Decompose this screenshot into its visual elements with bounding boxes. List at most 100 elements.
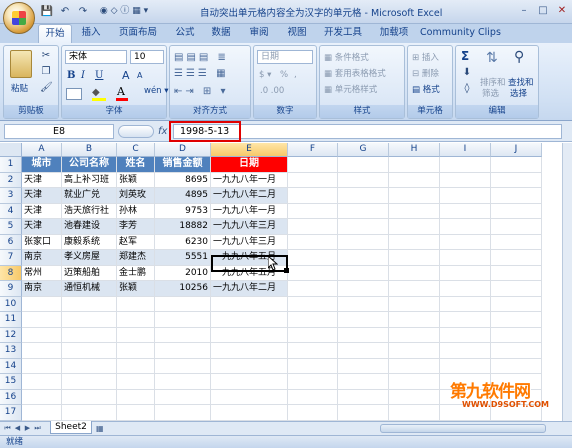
- tab-page-layout[interactable]: 页面布局: [112, 24, 164, 43]
- empty-cell[interactable]: [22, 389, 62, 405]
- row-header-11[interactable]: 11: [0, 312, 22, 328]
- empty-cell[interactable]: [389, 296, 440, 312]
- column-header-f[interactable]: F: [288, 143, 338, 157]
- row-header-14[interactable]: 14: [0, 358, 22, 374]
- minimize-button[interactable]: –: [514, 3, 534, 19]
- row-header-8[interactable]: 8: [0, 265, 22, 281]
- insert-cells-button[interactable]: ⊞ 插入: [412, 51, 439, 63]
- find-select-label-2[interactable]: 选择: [510, 87, 527, 99]
- font-name-select[interactable]: 宋体: [65, 50, 127, 64]
- empty-cell[interactable]: [491, 265, 542, 281]
- empty-cell[interactable]: [440, 265, 491, 281]
- table-cell[interactable]: 8695: [155, 172, 211, 188]
- table-cell[interactable]: 池春建设: [62, 219, 117, 235]
- select-all-corner[interactable]: [0, 143, 22, 157]
- empty-cell[interactable]: [62, 327, 117, 343]
- empty-cell[interactable]: [338, 203, 389, 219]
- empty-cell[interactable]: [338, 343, 389, 359]
- redo-icon[interactable]: ↷: [76, 5, 90, 18]
- table-header-cell[interactable]: 城市: [22, 157, 62, 173]
- empty-cell[interactable]: [288, 389, 338, 405]
- row-header-9[interactable]: 9: [0, 281, 22, 297]
- grow-font-button[interactable]: A: [122, 69, 130, 82]
- empty-cell[interactable]: [155, 327, 211, 343]
- sort-filter-label-2[interactable]: 筛选: [482, 87, 499, 99]
- empty-cell[interactable]: [338, 405, 389, 421]
- font-size-select[interactable]: 10: [130, 50, 164, 64]
- decimal-icons[interactable]: .0 .00: [260, 86, 284, 96]
- table-cell[interactable]: 张家口: [22, 234, 62, 250]
- find-select-icon[interactable]: ⚲: [514, 49, 524, 65]
- empty-cell[interactable]: [338, 312, 389, 328]
- italic-button[interactable]: I: [81, 70, 85, 81]
- vertical-align-icons[interactable]: ▤▤▤ ≣: [174, 52, 229, 63]
- empty-cell[interactable]: [211, 374, 288, 390]
- column-header-a[interactable]: A: [22, 143, 62, 157]
- empty-cell[interactable]: [288, 234, 338, 250]
- empty-cell[interactable]: [338, 358, 389, 374]
- empty-cell[interactable]: [338, 389, 389, 405]
- format-as-table-button[interactable]: ▦ 套用表格格式: [324, 67, 386, 79]
- sheet-tab-sheet2[interactable]: Sheet2: [50, 421, 92, 434]
- formula-bar-expand[interactable]: [118, 125, 154, 138]
- empty-cell[interactable]: [211, 389, 288, 405]
- table-header-cell[interactable]: 公司名称: [62, 157, 117, 173]
- vertical-scrollbar[interactable]: [562, 143, 572, 421]
- table-cell[interactable]: 一九九八年二月: [211, 281, 288, 297]
- quick-access-more-icon[interactable]: ◉ ◇ ⓘ ▦ ▾: [94, 5, 154, 18]
- empty-cell[interactable]: [389, 265, 440, 281]
- empty-cell[interactable]: [389, 203, 440, 219]
- tab-developer[interactable]: 开发工具: [318, 24, 368, 43]
- percent-button[interactable]: %: [280, 70, 288, 80]
- empty-cell[interactable]: [117, 405, 155, 421]
- empty-cell[interactable]: [440, 234, 491, 250]
- empty-cell[interactable]: [288, 296, 338, 312]
- fill-handle[interactable]: [284, 268, 289, 273]
- empty-cell[interactable]: [440, 250, 491, 266]
- maximize-button[interactable]: □: [533, 3, 553, 19]
- empty-cell[interactable]: [288, 327, 338, 343]
- first-sheet-icon[interactable]: ⏮: [3, 423, 12, 433]
- table-cell[interactable]: 孙林: [117, 203, 155, 219]
- empty-cell[interactable]: [22, 327, 62, 343]
- table-cell[interactable]: 南京: [22, 281, 62, 297]
- column-header-j[interactable]: J: [491, 143, 542, 157]
- row-header-2[interactable]: 2: [0, 172, 22, 188]
- tab-insert[interactable]: 插入: [76, 24, 106, 43]
- empty-cell[interactable]: [288, 374, 338, 390]
- borders-icon[interactable]: [66, 88, 82, 100]
- prev-sheet-icon[interactable]: ◀: [13, 423, 22, 433]
- table-cell[interactable]: 郑建杰: [117, 250, 155, 266]
- empty-cell[interactable]: [440, 188, 491, 204]
- empty-cell[interactable]: [389, 188, 440, 204]
- empty-cell[interactable]: [389, 157, 440, 173]
- font-color-icon[interactable]: A: [117, 85, 125, 98]
- empty-cell[interactable]: [22, 296, 62, 312]
- empty-cell[interactable]: [491, 219, 542, 235]
- table-cell[interactable]: 张颖: [117, 172, 155, 188]
- next-sheet-icon[interactable]: ▶: [23, 423, 32, 433]
- empty-cell[interactable]: [288, 281, 338, 297]
- empty-cell[interactable]: [117, 296, 155, 312]
- table-cell[interactable]: 康毅系统: [62, 234, 117, 250]
- row-header-3[interactable]: 3: [0, 188, 22, 204]
- table-cell[interactable]: 天津: [22, 203, 62, 219]
- empty-cell[interactable]: [389, 327, 440, 343]
- empty-cell[interactable]: [440, 343, 491, 359]
- paste-icon[interactable]: [10, 50, 32, 78]
- table-cell[interactable]: 一九九八年三月: [211, 234, 288, 250]
- table-cell[interactable]: 迈策船舶: [62, 265, 117, 281]
- empty-cell[interactable]: [62, 343, 117, 359]
- empty-cell[interactable]: [22, 343, 62, 359]
- table-cell[interactable]: 刘英玫: [117, 188, 155, 204]
- empty-cell[interactable]: [389, 389, 440, 405]
- empty-cell[interactable]: [338, 281, 389, 297]
- table-cell[interactable]: 天津: [22, 172, 62, 188]
- empty-cell[interactable]: [62, 296, 117, 312]
- row-header-16[interactable]: 16: [0, 389, 22, 405]
- empty-cell[interactable]: [155, 296, 211, 312]
- format-painter-icon[interactable]: 🖌: [40, 82, 53, 94]
- empty-cell[interactable]: [288, 405, 338, 421]
- empty-cell[interactable]: [389, 312, 440, 328]
- save-icon[interactable]: 💾: [40, 5, 54, 18]
